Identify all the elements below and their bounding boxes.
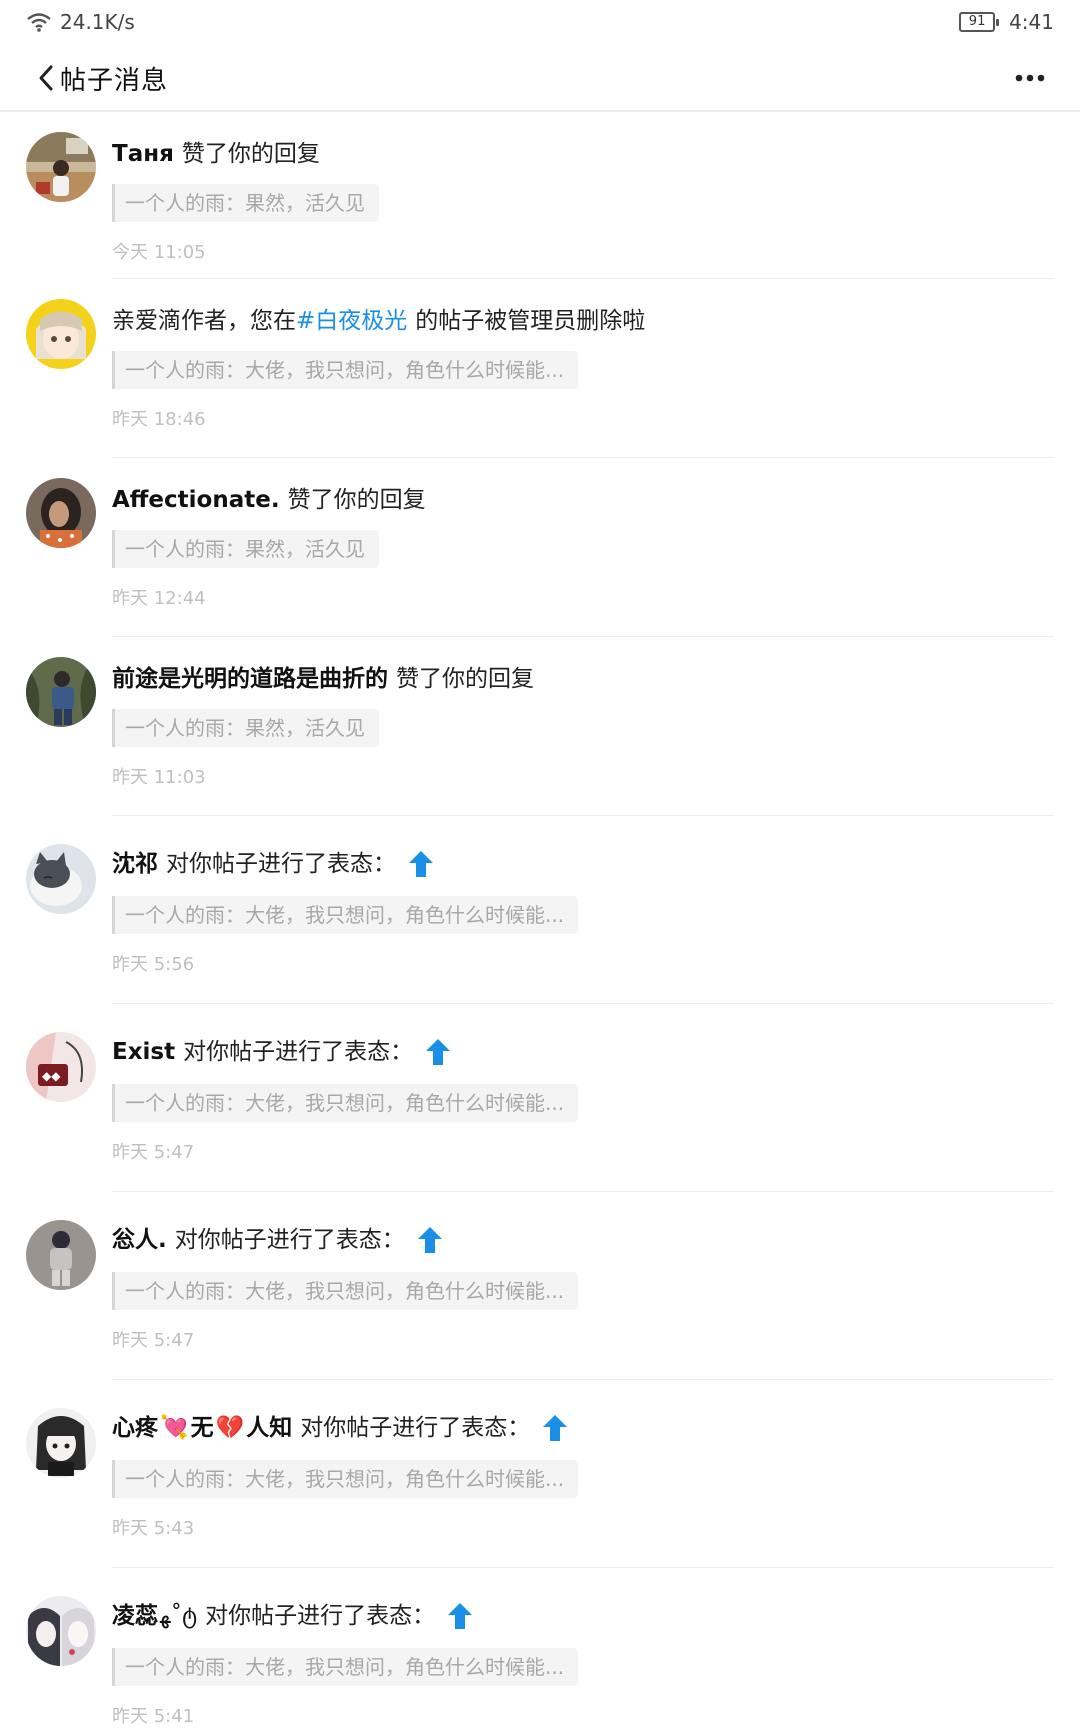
username[interactable]: Таня	[112, 138, 174, 170]
avatar[interactable]	[26, 1408, 96, 1478]
message-content: 忩人. 对你帖子进行了表态： 一个人的雨：大佬，我只想问，角色什么时候能... …	[112, 1192, 1054, 1380]
username[interactable]: Affectionate.	[112, 484, 280, 516]
message-time: 今天 11:05	[112, 242, 206, 263]
message-title: Таня 赞了你的回复	[112, 138, 320, 170]
avatar[interactable]	[26, 478, 96, 548]
list-item[interactable]: 心疼 💘 无 💔 人知 对你帖子进行了表态： 一个人的雨：大佬，我只想问，角色什…	[0, 1380, 1080, 1568]
upvote-icon	[409, 851, 433, 877]
message-title: 忩人. 对你帖子进行了表态：	[112, 1224, 443, 1256]
quoted-reply[interactable]: 一个人的雨：大佬，我只想问，角色什么时候能...	[112, 1272, 579, 1310]
message-time: 昨天 5:43	[112, 1518, 195, 1539]
broken-heart-emoji: 💔	[215, 1415, 245, 1441]
username[interactable]: 前途是光明的道路是曲折的	[112, 663, 388, 695]
status-left: 24.1K/s	[26, 10, 135, 34]
username[interactable]: 忩人.	[112, 1224, 167, 1256]
avatar[interactable]	[26, 132, 96, 202]
username[interactable]: 沈祁	[112, 848, 158, 880]
message-action: 对你帖子进行了表态：	[174, 1227, 405, 1253]
quoted-reply[interactable]: 一个人的雨：大佬，我只想问，角色什么时候能...	[112, 1460, 579, 1498]
avatar[interactable]: ◆◆	[26, 1032, 96, 1102]
list-item[interactable]: Affectionate. 赞了你的回复 一个人的雨：果然，活久见 昨天 12:…	[0, 458, 1080, 637]
message-time: 昨天 5:47	[112, 1330, 195, 1351]
message-content: Таня 赞了你的回复 一个人的雨：果然，活久见 今天 11:05	[112, 112, 1054, 279]
list-item[interactable]: 亲爱滴作者，您在 #白夜极光 的帖子被管理员删除啦 一个人的雨：大佬，我只想问，…	[0, 279, 1080, 458]
avatar[interactable]	[26, 844, 96, 914]
status-right: 91 4:41	[959, 10, 1054, 34]
message-action: 对你帖子进行了表态：	[183, 1039, 414, 1065]
quoted-reply[interactable]: 一个人的雨：大佬，我只想问，角色什么时候能...	[112, 1648, 579, 1686]
wifi-icon	[27, 13, 51, 32]
message-content: 凌蕊 ﻬ˚ტ 对你帖子进行了表态： 一个人的雨：大佬，我只想问，角色什么时候能.…	[112, 1568, 1054, 1728]
back-button[interactable]	[28, 60, 64, 96]
message-action: 赞了你的回复	[181, 141, 320, 167]
topic-tag[interactable]: #白夜极光	[296, 305, 407, 337]
message-time: 昨天 12:44	[112, 588, 206, 609]
quoted-reply[interactable]: 一个人的雨：大佬，我只想问，角色什么时候能...	[112, 1084, 579, 1122]
network-speed: 24.1K/s	[60, 10, 135, 34]
message-list: Таня 赞了你的回复 一个人的雨：果然，活久见 今天 11:05 亲爱滴作者，…	[0, 112, 1080, 1728]
message-time: 昨天 5:56	[112, 954, 195, 975]
quoted-reply[interactable]: 一个人的雨：果然，活久见	[112, 530, 379, 568]
list-item[interactable]: 前途是光明的道路是曲折的 赞了你的回复 一个人的雨：果然，活久见 昨天 11:0…	[0, 637, 1080, 816]
list-item[interactable]: 忩人. 对你帖子进行了表态： 一个人的雨：大佬，我只想问，角色什么时候能... …	[0, 1192, 1080, 1380]
username[interactable]: 凌蕊	[112, 1600, 158, 1632]
username-part[interactable]: 人知	[246, 1412, 292, 1444]
username-suffix[interactable]: ﻬ˚ტ	[160, 1600, 197, 1632]
message-action: 赞了你的回复	[287, 487, 426, 513]
quoted-reply[interactable]: 一个人的雨：果然，活久见	[112, 184, 379, 222]
message-action: 对你帖子进行了表态：	[205, 1603, 436, 1629]
clock: 4:41	[1009, 10, 1054, 34]
message-content: Affectionate. 赞了你的回复 一个人的雨：果然，活久见 昨天 12:…	[112, 458, 1054, 637]
avatar[interactable]	[26, 657, 96, 727]
upvote-icon	[417, 1227, 442, 1253]
avatar[interactable]	[26, 299, 96, 369]
avatar[interactable]	[26, 1220, 96, 1290]
quoted-reply[interactable]: 一个人的雨：大佬，我只想问，角色什么时候能...	[112, 351, 579, 389]
heart-arrow-emoji: 💘	[160, 1415, 189, 1441]
message-time: 昨天 5:41	[112, 1706, 195, 1727]
battery-icon: 91	[959, 12, 1000, 32]
upvote-icon	[543, 1415, 568, 1441]
username-part[interactable]: 心疼	[112, 1412, 158, 1444]
list-item[interactable]: 沈祁 对你帖子进行了表态： 一个人的雨：大佬，我只想问，角色什么时候能... 昨…	[0, 816, 1080, 1004]
list-item[interactable]: ◆◆ Exist 对你帖子进行了表态： 一个人的雨：大佬，我只想问，角色什么时候…	[0, 1004, 1080, 1192]
message-title: Exist 对你帖子进行了表态：	[112, 1036, 451, 1068]
chevron-left-icon	[39, 65, 53, 91]
message-action: 对你帖子进行了表态：	[300, 1415, 531, 1441]
status-bar: 24.1K/s 91 4:41	[0, 0, 1080, 44]
message-time: 昨天 5:47	[112, 1142, 195, 1163]
quoted-reply[interactable]: 一个人的雨：大佬，我只想问，角色什么时候能...	[112, 896, 579, 934]
message-time: 昨天 11:03	[112, 767, 206, 788]
username-part[interactable]: 无	[191, 1412, 214, 1444]
message-action: 的帖子被管理员删除啦	[415, 308, 646, 334]
message-title: 亲爱滴作者，您在 #白夜极光 的帖子被管理员删除啦	[112, 305, 645, 337]
avatar[interactable]	[26, 1596, 96, 1666]
username[interactable]: Exist	[112, 1036, 175, 1068]
message-title: 心疼 💘 无 💔 人知 对你帖子进行了表态：	[112, 1412, 568, 1444]
upvote-icon	[426, 1039, 451, 1065]
message-title: Affectionate. 赞了你的回复	[112, 484, 426, 516]
message-time: 昨天 18:46	[112, 409, 206, 430]
page-title: 帖子消息	[60, 66, 169, 96]
svg-text:◆◆: ◆◆	[42, 1069, 61, 1083]
message-content: 心疼 💘 无 💔 人知 对你帖子进行了表态： 一个人的雨：大佬，我只想问，角色什…	[112, 1380, 1054, 1568]
more-icon	[1015, 74, 1045, 82]
message-prefix: 亲爱滴作者，您在	[112, 308, 296, 334]
list-item[interactable]: Таня 赞了你的回复 一个人的雨：果然，活久见 今天 11:05	[0, 112, 1080, 279]
upvote-icon	[448, 1603, 473, 1629]
header: 帖子消息	[0, 44, 1080, 112]
message-title: 沈祁 对你帖子进行了表态：	[112, 848, 434, 880]
message-title: 凌蕊 ﻬ˚ტ 对你帖子进行了表态：	[112, 1600, 473, 1632]
message-action: 赞了你的回复	[396, 666, 534, 692]
more-button[interactable]	[1010, 64, 1050, 92]
list-item[interactable]: 凌蕊 ﻬ˚ტ 对你帖子进行了表态： 一个人的雨：大佬，我只想问，角色什么时候能.…	[0, 1568, 1080, 1728]
message-content: 亲爱滴作者，您在 #白夜极光 的帖子被管理员删除啦 一个人的雨：大佬，我只想问，…	[112, 279, 1054, 458]
message-action: 对你帖子进行了表态：	[166, 851, 396, 877]
quoted-reply[interactable]: 一个人的雨：果然，活久见	[112, 709, 379, 747]
message-content: 沈祁 对你帖子进行了表态： 一个人的雨：大佬，我只想问，角色什么时候能... 昨…	[112, 816, 1054, 1004]
message-content: Exist 对你帖子进行了表态： 一个人的雨：大佬，我只想问，角色什么时候能..…	[112, 1004, 1054, 1192]
message-title: 前途是光明的道路是曲折的 赞了你的回复	[112, 663, 534, 695]
message-content: 前途是光明的道路是曲折的 赞了你的回复 一个人的雨：果然，活久见 昨天 11:0…	[112, 637, 1054, 816]
